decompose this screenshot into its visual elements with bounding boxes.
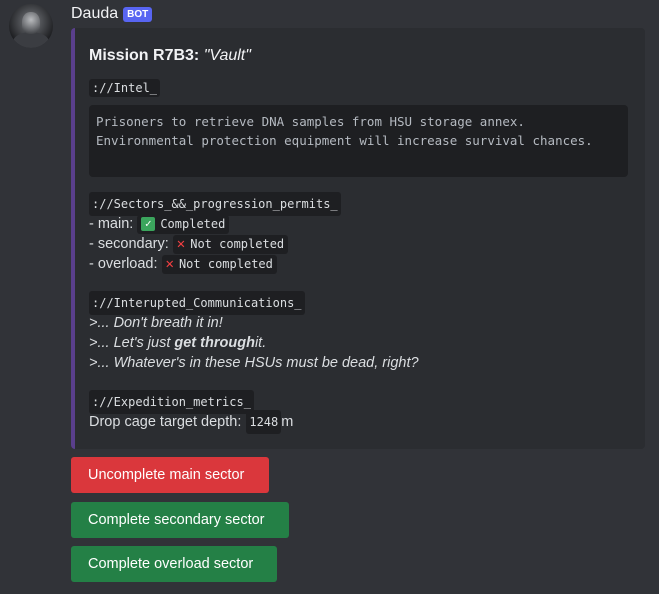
comms-bold: get through (174, 335, 255, 351)
intel-codeblock: Prisoners to retrieve DNA samples from H… (89, 105, 628, 177)
complete-secondary-button[interactable]: Complete secondary sector (71, 502, 289, 538)
cross-icon: ✕ (165, 256, 174, 272)
comms-label: ://Interupted_Communications_ (89, 291, 305, 315)
sector-status-pill: ✕ Not completed (161, 254, 277, 274)
complete-overload-button[interactable]: Complete overload sector (71, 546, 277, 582)
embed-title-prefix: Mission R7B3: (89, 47, 204, 64)
sector-status: Completed (160, 217, 226, 231)
depth-unit: m (281, 414, 294, 430)
comms-text: >... Let's just (89, 335, 171, 351)
intel-label: ://Intel_ (89, 79, 161, 97)
comms-text: >... Whatever's in these HSUs must be de… (89, 355, 419, 371)
sector-name: - overload: (89, 256, 158, 272)
metrics-label: ://Expedition_metrics_ (89, 390, 254, 414)
sectors-header: ://Sectors_&&_progression_permits_ (89, 192, 629, 216)
embed: Mission R7B3: "Vault" ://Intel_ Prisoner… (71, 28, 645, 449)
sector-row-overload: - overload: ✕ Not completed (89, 254, 629, 274)
comms-line: >... Let's just get through it. (89, 333, 629, 353)
comms-header: ://Interupted_Communications_ (89, 291, 629, 315)
comms-line: >... Don't breath it in! (89, 313, 629, 333)
intel-header: ://Intel_ (89, 79, 629, 99)
avatar[interactable] (9, 4, 53, 48)
sector-row-main: - main: ✓ Completed (89, 214, 629, 234)
embed-title-name: "Vault" (203, 47, 251, 64)
check-icon: ✓ (141, 217, 156, 231)
sector-status-pill: ✓ Completed (137, 214, 230, 234)
username[interactable]: Dauda (71, 5, 118, 23)
embed-title: Mission R7B3: "Vault" (89, 47, 629, 69)
comms-text: >... Don't breath it in! (89, 315, 223, 331)
sector-name: - main: (89, 216, 134, 232)
sector-status: Not completed (190, 237, 285, 251)
uncomplete-main-button[interactable]: Uncomplete main sector (71, 457, 269, 493)
comms-line: >... Whatever's in these HSUs must be de… (89, 353, 629, 373)
comms-text-end: it. (254, 335, 267, 351)
message-header: Dauda BOT (71, 4, 153, 24)
depth-value: 1248 (246, 410, 282, 434)
depth-label: Drop cage target depth: (89, 414, 242, 430)
metrics-header: ://Expedition_metrics_ (89, 390, 629, 414)
avatar-head (22, 12, 40, 34)
avatar-shoulders (13, 32, 49, 48)
sector-name: - secondary: (89, 236, 169, 252)
cross-icon: ✕ (176, 236, 186, 252)
sector-status-pill: ✕ Not completed (172, 234, 289, 254)
bot-tag: BOT (123, 6, 153, 22)
sectors-label: ://Sectors_&&_progression_permits_ (89, 192, 341, 216)
sector-status: Not completed (178, 257, 273, 271)
depth-row: Drop cage target depth: 1248 m (89, 410, 629, 434)
sector-row-secondary: - secondary: ✕ Not completed (89, 234, 629, 254)
